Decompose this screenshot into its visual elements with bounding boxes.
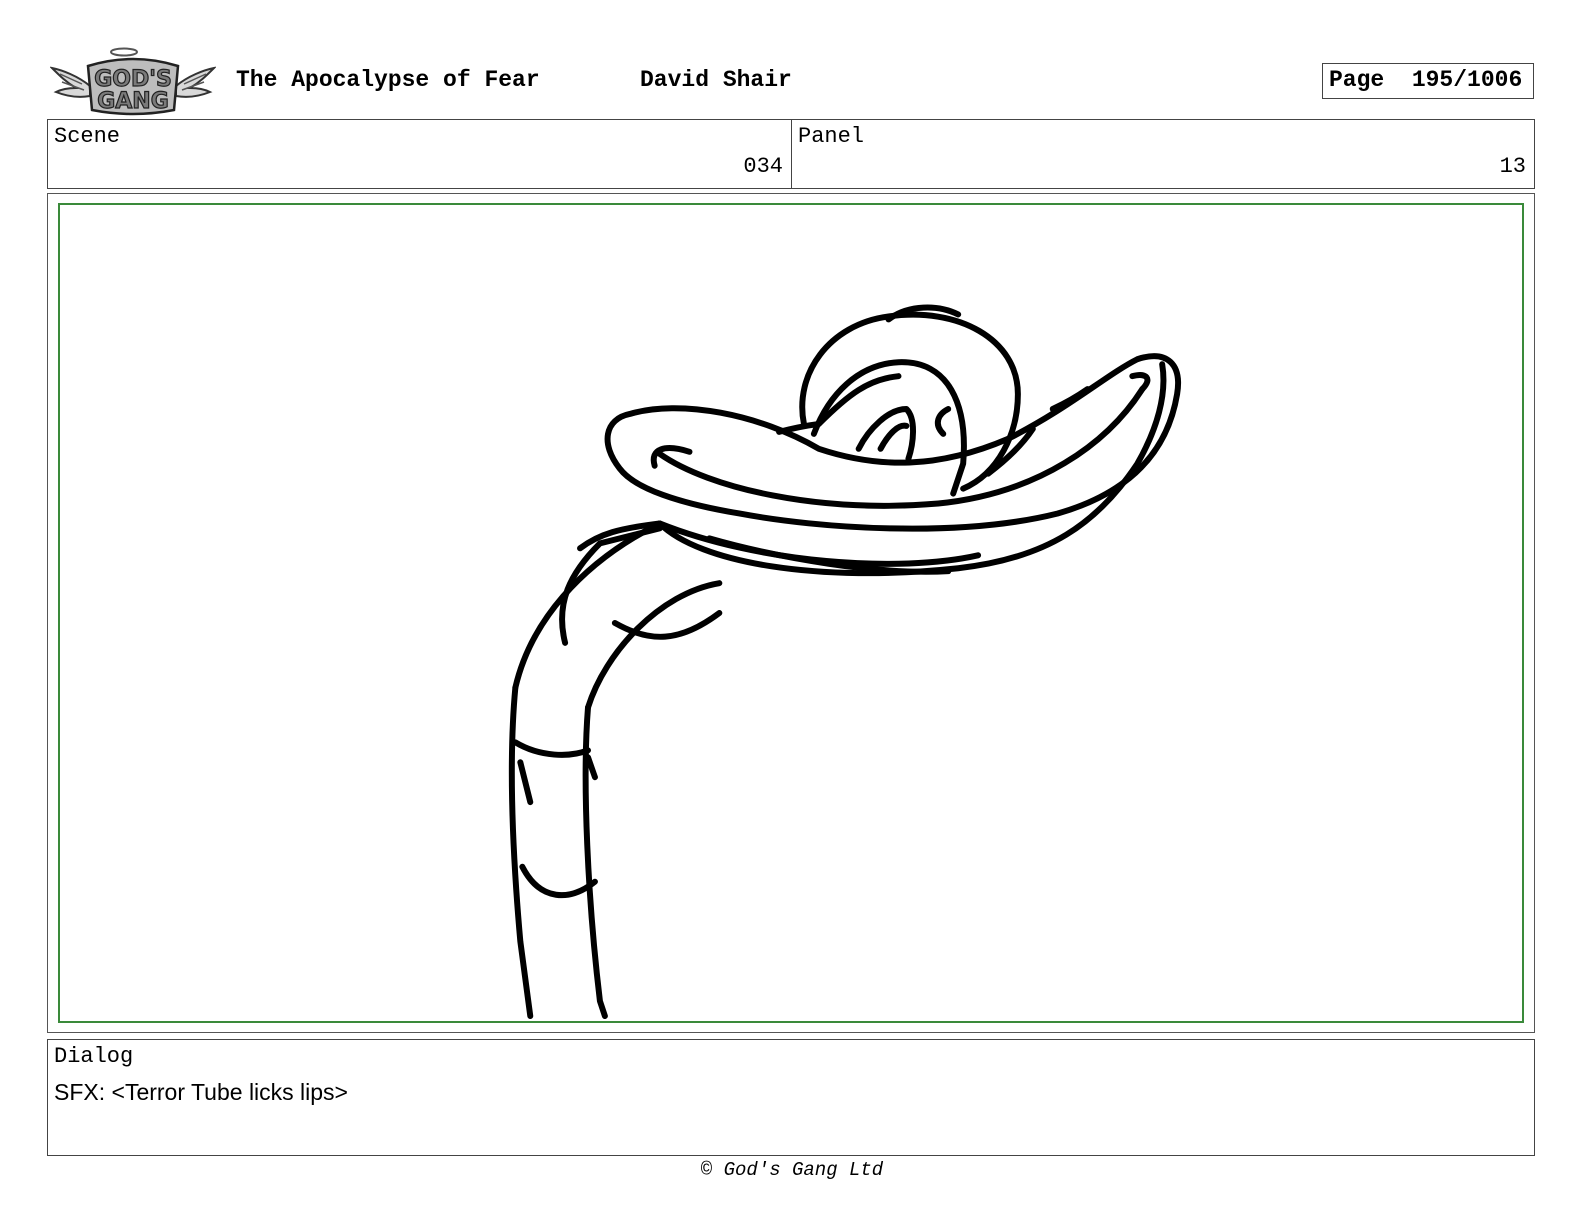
scene-label: Scene [54,124,121,149]
scene-cell: Scene 034 [48,120,792,188]
panel-label: Panel [798,124,865,149]
scene-value: 034 [743,154,783,179]
page-label: Page [1329,67,1385,93]
panel-cell: Panel 13 [792,120,1534,188]
page-indicator: Page 195/1006 [1322,63,1534,99]
author-name: David Shair [640,67,792,93]
page-number: 195/1006 [1411,67,1523,93]
logo-line-2: GANG [97,89,169,114]
storyboard-frame [47,193,1535,1033]
safe-area-frame [58,203,1524,1023]
panel-value: 13 [1499,154,1526,179]
scene-panel-row: Scene 034 Panel 13 [47,119,1535,189]
dialog-box: Dialog SFX: <Terror Tube licks lips> [47,1039,1535,1156]
storyboard-sketch [508,304,1181,1020]
gods-gang-logo: GOD'S GANG [50,46,216,118]
gods-gang-logo-image: GOD'S GANG [50,47,216,116]
story-title: The Apocalypse of Fear [236,67,540,93]
copyright-footer: © God's Gang Ltd [700,1159,884,1181]
dialog-label: Dialog [54,1044,134,1069]
dialog-text: SFX: <Terror Tube licks lips> [54,1079,348,1105]
